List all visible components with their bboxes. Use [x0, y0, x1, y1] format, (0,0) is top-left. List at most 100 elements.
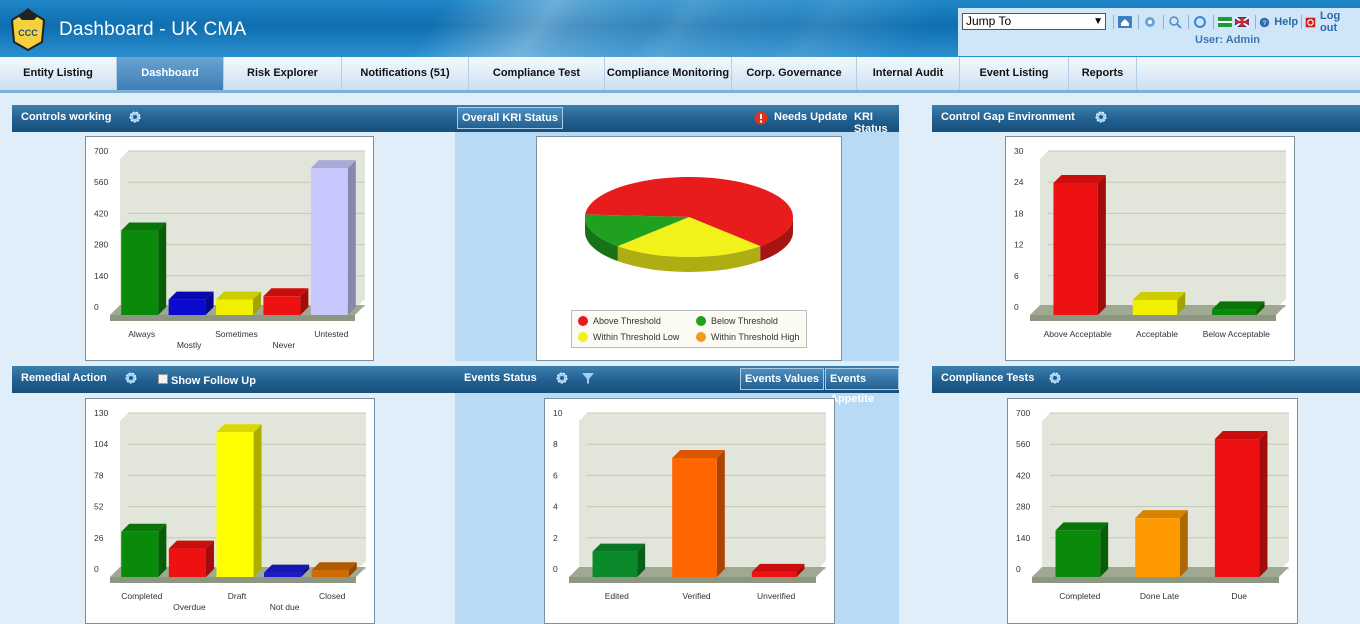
- bar-side: [158, 523, 167, 577]
- tab-dashboard[interactable]: Dashboard: [117, 57, 224, 90]
- x-tick-label: Below Acceptable: [1203, 329, 1270, 339]
- bar-chart: 0 26 52 78 104 130 Completed Overdue Draft Not du…: [94, 408, 366, 612]
- kri-status-link[interactable]: KRI Status: [854, 111, 899, 135]
- x-tick-label: Not due: [270, 602, 300, 612]
- control-gap-chart: 0 6 12 18 24 30 Above Acceptable Acceptable Belo…: [1005, 136, 1295, 361]
- y-tick-label: 0: [1016, 564, 1021, 574]
- logout-link[interactable]: Log out: [1320, 10, 1360, 34]
- events-values-button[interactable]: Events Values: [740, 368, 824, 390]
- bar: [751, 571, 797, 577]
- x-tick-label: Completed: [1059, 591, 1100, 601]
- bar-top: [1214, 431, 1268, 440]
- overall-kri-status-button[interactable]: Overall KRI Status: [457, 107, 563, 129]
- bar: [1053, 183, 1098, 315]
- bar: [216, 299, 253, 315]
- bar: [264, 572, 302, 577]
- chart-floor-edge: [1030, 315, 1276, 321]
- y-tick-label: 4: [553, 502, 558, 512]
- tab-internal-audit[interactable]: Internal Audit: [857, 57, 960, 90]
- y-tick-label: 420: [94, 208, 108, 218]
- tab-event-listing[interactable]: Event Listing: [960, 57, 1069, 90]
- y-tick-label: 560: [94, 177, 108, 187]
- y-tick-label: 280: [94, 240, 108, 250]
- panel-title: Controls working: [21, 111, 112, 123]
- events-status-chart: 0 2 4 6 8 10 Edited Verified Unverified: [544, 398, 835, 624]
- bar-top: [592, 543, 646, 552]
- bar: [1212, 309, 1257, 315]
- y-tick-label: 280: [1016, 502, 1030, 512]
- events-appetite-button[interactable]: Events Appetite: [825, 368, 899, 405]
- bar-side: [1100, 522, 1109, 577]
- bar-top: [1053, 175, 1106, 183]
- y-tick-label: 30: [1014, 146, 1024, 156]
- bar: [216, 432, 254, 577]
- filter-icon[interactable]: [581, 371, 595, 385]
- bar-chart: 0 6 12 18 24 30 Above Acceptable Acceptable Belo…: [1014, 146, 1286, 339]
- show-follow-up-checkbox[interactable]: [158, 374, 168, 384]
- x-tick-label: Completed: [121, 591, 162, 601]
- x-tick-label: Mostly: [177, 340, 202, 350]
- bar-chart: 0 2 4 6 8 10 Edited Verified Unverified: [553, 408, 826, 601]
- jump-to-select[interactable]: Jump To ▼: [962, 13, 1106, 30]
- tab-reports[interactable]: Reports: [1069, 57, 1137, 90]
- alert-icon: [754, 111, 768, 125]
- search-icon[interactable]: [1167, 14, 1183, 30]
- panel-title: Control Gap Environment: [941, 111, 1075, 123]
- help-link[interactable]: Help: [1274, 16, 1298, 28]
- legend-item: Within Threshold Low: [578, 332, 679, 342]
- show-follow-up-label: Show Follow Up: [171, 375, 256, 387]
- header-tools: Jump To ▼ ? Help Log out User: Admin: [958, 8, 1360, 56]
- gear-icon[interactable]: [124, 371, 138, 385]
- bar: [310, 168, 348, 315]
- chevron-down-icon: ▼: [1093, 16, 1103, 27]
- events-status-panel: Events Status Events Values Events Appet…: [455, 366, 899, 624]
- refresh-icon[interactable]: [1192, 14, 1208, 30]
- controls-working-chart: 0 140 280 420 560 700 Always Mostly Sometimes Nev…: [85, 136, 374, 361]
- panel-header: Events Status Events Values Events Appet…: [455, 366, 899, 405]
- bar: [168, 548, 206, 577]
- tab-entity-listing[interactable]: Entity Listing: [0, 57, 117, 90]
- home-icon[interactable]: [1117, 14, 1133, 30]
- x-tick-label: Always: [128, 329, 155, 339]
- bar-top: [672, 450, 725, 458]
- gear-icon[interactable]: [128, 110, 142, 124]
- kri-status-panel: Overall KRI Status Needs Update KRI Stat…: [455, 105, 899, 361]
- x-tick-label: Closed: [319, 591, 346, 601]
- gear-icon[interactable]: [1094, 110, 1108, 124]
- app-logo-icon: CCC: [10, 8, 46, 52]
- logout-icon: [1305, 17, 1316, 27]
- y-tick-label: 0: [94, 564, 99, 574]
- tab-risk-explorer[interactable]: Risk Explorer: [224, 57, 342, 90]
- x-tick-label: Untested: [314, 329, 348, 339]
- legend-item: Below Threshold: [696, 316, 778, 326]
- y-tick-label: 8: [553, 439, 558, 449]
- bar-top: [1135, 510, 1188, 519]
- x-tick-label: Verified: [682, 591, 711, 601]
- bar-side: [716, 450, 725, 577]
- panel-title: Events Status: [464, 372, 537, 384]
- chart-floor-edge: [110, 315, 355, 321]
- panel-header: Control Gap Environment: [932, 105, 1360, 132]
- y-tick-label: 52: [94, 502, 104, 512]
- settings-icon[interactable]: [1142, 14, 1158, 30]
- flag-icon[interactable]: [1217, 14, 1233, 30]
- bar: [263, 296, 301, 315]
- gear-icon[interactable]: [1048, 371, 1062, 385]
- tab-compliance-monitoring[interactable]: Compliance Monitoring: [605, 57, 732, 90]
- gear-icon[interactable]: [555, 371, 569, 385]
- tab-notifications[interactable]: Notifications (51): [342, 57, 469, 90]
- y-tick-label: 0: [1014, 302, 1019, 312]
- bar-top: [751, 563, 805, 572]
- remedial-action-panel: Remedial Action Show Follow Up 0 26 52 78 10…: [12, 366, 456, 624]
- bar-side: [1097, 175, 1106, 315]
- uk-flag-icon[interactable]: [1234, 14, 1250, 30]
- bar-top: [1055, 522, 1109, 531]
- tab-corp-governance[interactable]: Corp. Governance: [732, 57, 857, 90]
- x-tick-label: Above Acceptable: [1044, 329, 1112, 339]
- panel-header: Compliance Tests: [932, 366, 1360, 393]
- panel-header: Controls working: [12, 105, 456, 132]
- remedial-action-chart: 0 26 52 78 104 130 Completed Overdue Draft Not du…: [85, 398, 375, 624]
- x-tick-label: Edited: [605, 591, 629, 601]
- tab-compliance-test[interactable]: Compliance Test: [469, 57, 605, 90]
- jump-to-value: Jump To: [966, 14, 1012, 28]
